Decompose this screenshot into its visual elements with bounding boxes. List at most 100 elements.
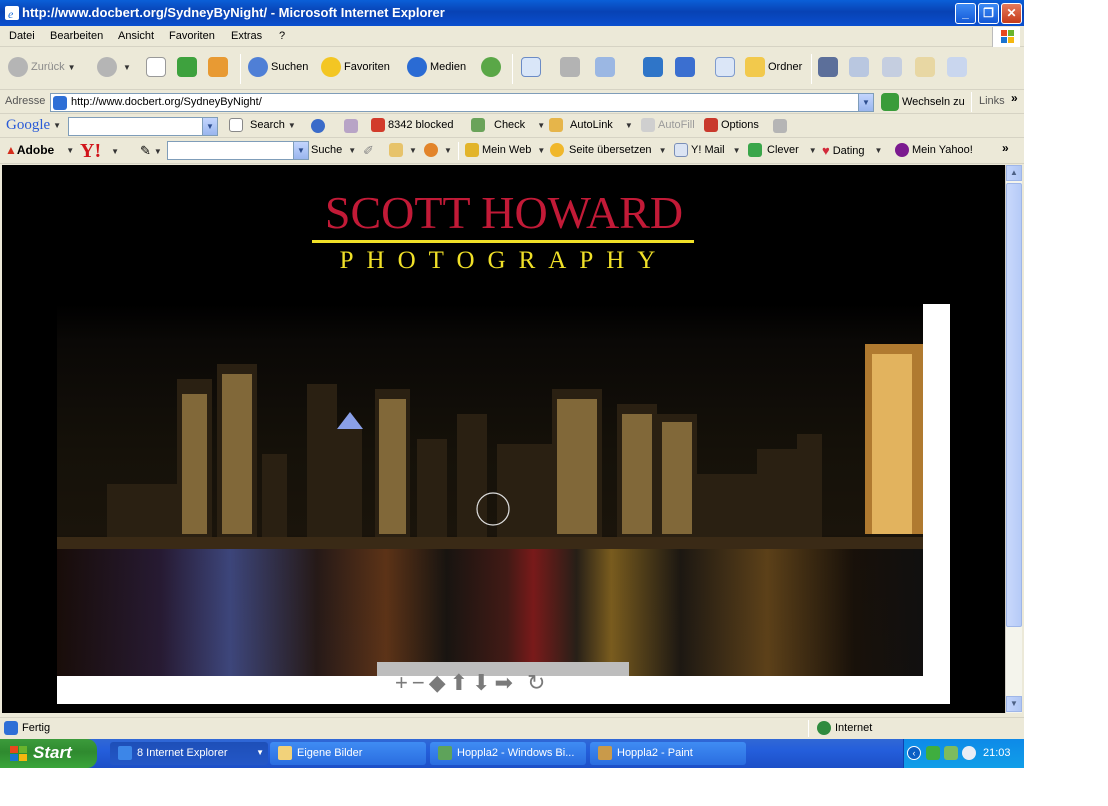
zoom-control-icons[interactable]: +−◆⬆⬇➡ ↻ — [395, 670, 549, 696]
pencil-button[interactable]: ✎ ▼ — [140, 143, 162, 159]
options-button[interactable]: Options — [704, 118, 759, 132]
adobe-label: Adobe — [16, 143, 55, 157]
copy-icon[interactable] — [849, 57, 869, 77]
menu-datei[interactable]: Datei — [9, 30, 35, 42]
clever-button[interactable]: Clever ▼ — [748, 143, 817, 157]
yahoo-search-input[interactable]: ▼ — [167, 141, 309, 160]
close-button[interactable]: ✕ — [1001, 3, 1022, 24]
menu-ansicht[interactable]: Ansicht — [118, 30, 154, 42]
history-icon[interactable] — [481, 57, 501, 77]
menu-help[interactable]: ? — [279, 30, 285, 42]
folders-button[interactable]: Ordner — [745, 57, 802, 77]
favorites-label: Favoriten — [344, 61, 390, 73]
menu-extras[interactable]: Extras — [231, 30, 262, 42]
research-icon[interactable] — [715, 57, 735, 77]
chevron-right-icon[interactable]: » — [1002, 141, 1009, 155]
media-button[interactable]: Medien — [407, 57, 466, 77]
tray-app-icon[interactable] — [962, 746, 976, 760]
yahoo-search-dropdown[interactable]: ▼ — [293, 142, 308, 159]
news-icon[interactable] — [311, 119, 325, 133]
tray-expand-icon[interactable]: ‹ — [907, 746, 921, 760]
edit-icon[interactable] — [595, 57, 615, 77]
task-internet-explorer[interactable]: 8 Internet Explorer ▼ — [110, 742, 268, 765]
task-label: Eigene Bilder — [297, 747, 363, 759]
yahoo-toolbar: ▲ Adobe ▼ Y! ▼ ✎ ▼ ▼ Suche ▼ ✐ ▼ ▼ Mein Web ▼… — [0, 138, 1024, 164]
popup-blocker[interactable]: 8342 blocked — [371, 118, 453, 132]
maximize-button[interactable]: ❐ — [978, 3, 999, 24]
yahoo-button[interactable]: Y! ▼ — [80, 140, 119, 163]
menu-bearbeiten[interactable]: Bearbeiten — [50, 30, 103, 42]
google-search-input[interactable]: ▼ — [68, 117, 218, 136]
task-paint[interactable]: Hoppla2 - Paint — [590, 742, 746, 765]
spell-check-button[interactable]: Check ▼ — [471, 118, 545, 132]
favorites-button[interactable]: Favoriten — [321, 57, 390, 77]
yahoo-mail-button[interactable]: Y! Mail ▼ — [674, 143, 741, 157]
paint-task-icon — [598, 746, 612, 760]
menu-bar: Datei Bearbeiten Ansicht Favoriten Extra… — [0, 26, 1024, 47]
scroll-up-icon[interactable]: ▲ — [1006, 165, 1022, 181]
page-content: SCOTT HOWARD PHOTOGRAPHY +−◆⬆⬇➡ ↻ — [2, 165, 1005, 713]
discuss-icon[interactable] — [643, 57, 663, 77]
translate-button[interactable]: Seite übersetzen ▼ — [550, 143, 666, 157]
autofill-button[interactable]: AutoFill — [641, 118, 695, 132]
title-bar[interactable]: e http://www.docbert.org/SydneyByNight/ … — [0, 0, 1024, 26]
my-yahoo-button[interactable]: Mein Yahoo! — [895, 143, 973, 157]
scroll-thumb[interactable] — [1006, 183, 1022, 627]
sydney-skyline-photo[interactable] — [57, 304, 923, 676]
target-button[interactable]: ▼ — [424, 143, 452, 157]
dating-label: Dating — [832, 144, 865, 157]
google-search-button[interactable]: Search ▼ — [229, 118, 296, 132]
options-icon — [704, 118, 718, 132]
home-icon[interactable] — [208, 57, 228, 77]
highlighter-icon[interactable] — [773, 119, 787, 133]
zone-label: Internet — [835, 722, 873, 734]
my-web-button[interactable]: Mein Web ▼ — [465, 143, 545, 157]
clever-label: Clever — [767, 144, 799, 156]
address-dropdown[interactable]: ▼ — [858, 94, 873, 111]
go-button[interactable]: Wechseln zu — [881, 93, 965, 111]
start-button[interactable]: Start — [0, 739, 97, 768]
target-icon — [424, 143, 438, 157]
form-button[interactable]: ▼ — [389, 143, 417, 157]
font-size-icon[interactable] — [675, 57, 695, 77]
photo-frame: +−◆⬆⬇➡ ↻ — [57, 304, 950, 704]
yahoo-search-button[interactable]: Suche ▼ — [311, 144, 356, 156]
chevron-right-icon[interactable]: » — [1011, 91, 1018, 105]
forward-button[interactable]: ▼ — [97, 57, 131, 77]
browser-window: e http://www.docbert.org/SydneyByNight/ … — [0, 0, 1024, 740]
translate-label: Seite übersetzen — [569, 144, 652, 156]
search-button[interactable]: Suchen — [248, 57, 308, 77]
minimize-button[interactable]: _ — [955, 3, 976, 24]
autolink-button[interactable]: AutoLink ▼ — [549, 118, 633, 132]
security-icon[interactable] — [944, 746, 958, 760]
pagerank-icon[interactable] — [344, 119, 358, 133]
dating-button[interactable]: ♥ Dating ▼ — [822, 143, 882, 158]
status-text: Fertig — [22, 722, 51, 734]
search-icon — [248, 57, 268, 77]
eraser-icon[interactable]: ✐ — [363, 143, 374, 159]
address-input[interactable]: http://www.docbert.org/SydneyByNight/ ▼ — [50, 93, 874, 112]
delete-icon[interactable] — [882, 57, 902, 77]
menu-favoriten[interactable]: Favoriten — [169, 30, 215, 42]
print-icon[interactable] — [560, 57, 580, 77]
media-icon — [407, 57, 427, 77]
zoom-controls[interactable]: +−◆⬆⬇➡ ↻ — [377, 662, 629, 702]
clock[interactable]: 21:03 — [983, 747, 1011, 759]
refresh-icon[interactable] — [177, 57, 197, 77]
google-search-dropdown[interactable]: ▼ — [202, 118, 217, 135]
vertical-scrollbar[interactable]: ▲ ▼ — [1005, 165, 1022, 713]
task-windows-viewer[interactable]: Hoppla2 - Windows Bi... — [430, 742, 586, 765]
copy-to-icon[interactable] — [947, 57, 967, 77]
scroll-down-icon[interactable]: ▼ — [1006, 696, 1022, 712]
task-eigene-bilder[interactable]: Eigene Bilder — [270, 742, 426, 765]
paste-icon[interactable] — [915, 57, 935, 77]
google-logo[interactable]: Google ▼ — [6, 117, 61, 134]
adobe-button[interactable]: ▲ Adobe ▼ — [5, 143, 74, 157]
network-icon[interactable] — [926, 746, 940, 760]
start-label: Start — [33, 743, 72, 762]
stop-icon[interactable] — [146, 57, 166, 77]
mail-icon[interactable] — [521, 57, 541, 77]
back-button[interactable]: Zurück ▼ — [8, 57, 76, 77]
links-label[interactable]: Links — [979, 95, 1005, 107]
cut-icon[interactable] — [818, 57, 838, 77]
